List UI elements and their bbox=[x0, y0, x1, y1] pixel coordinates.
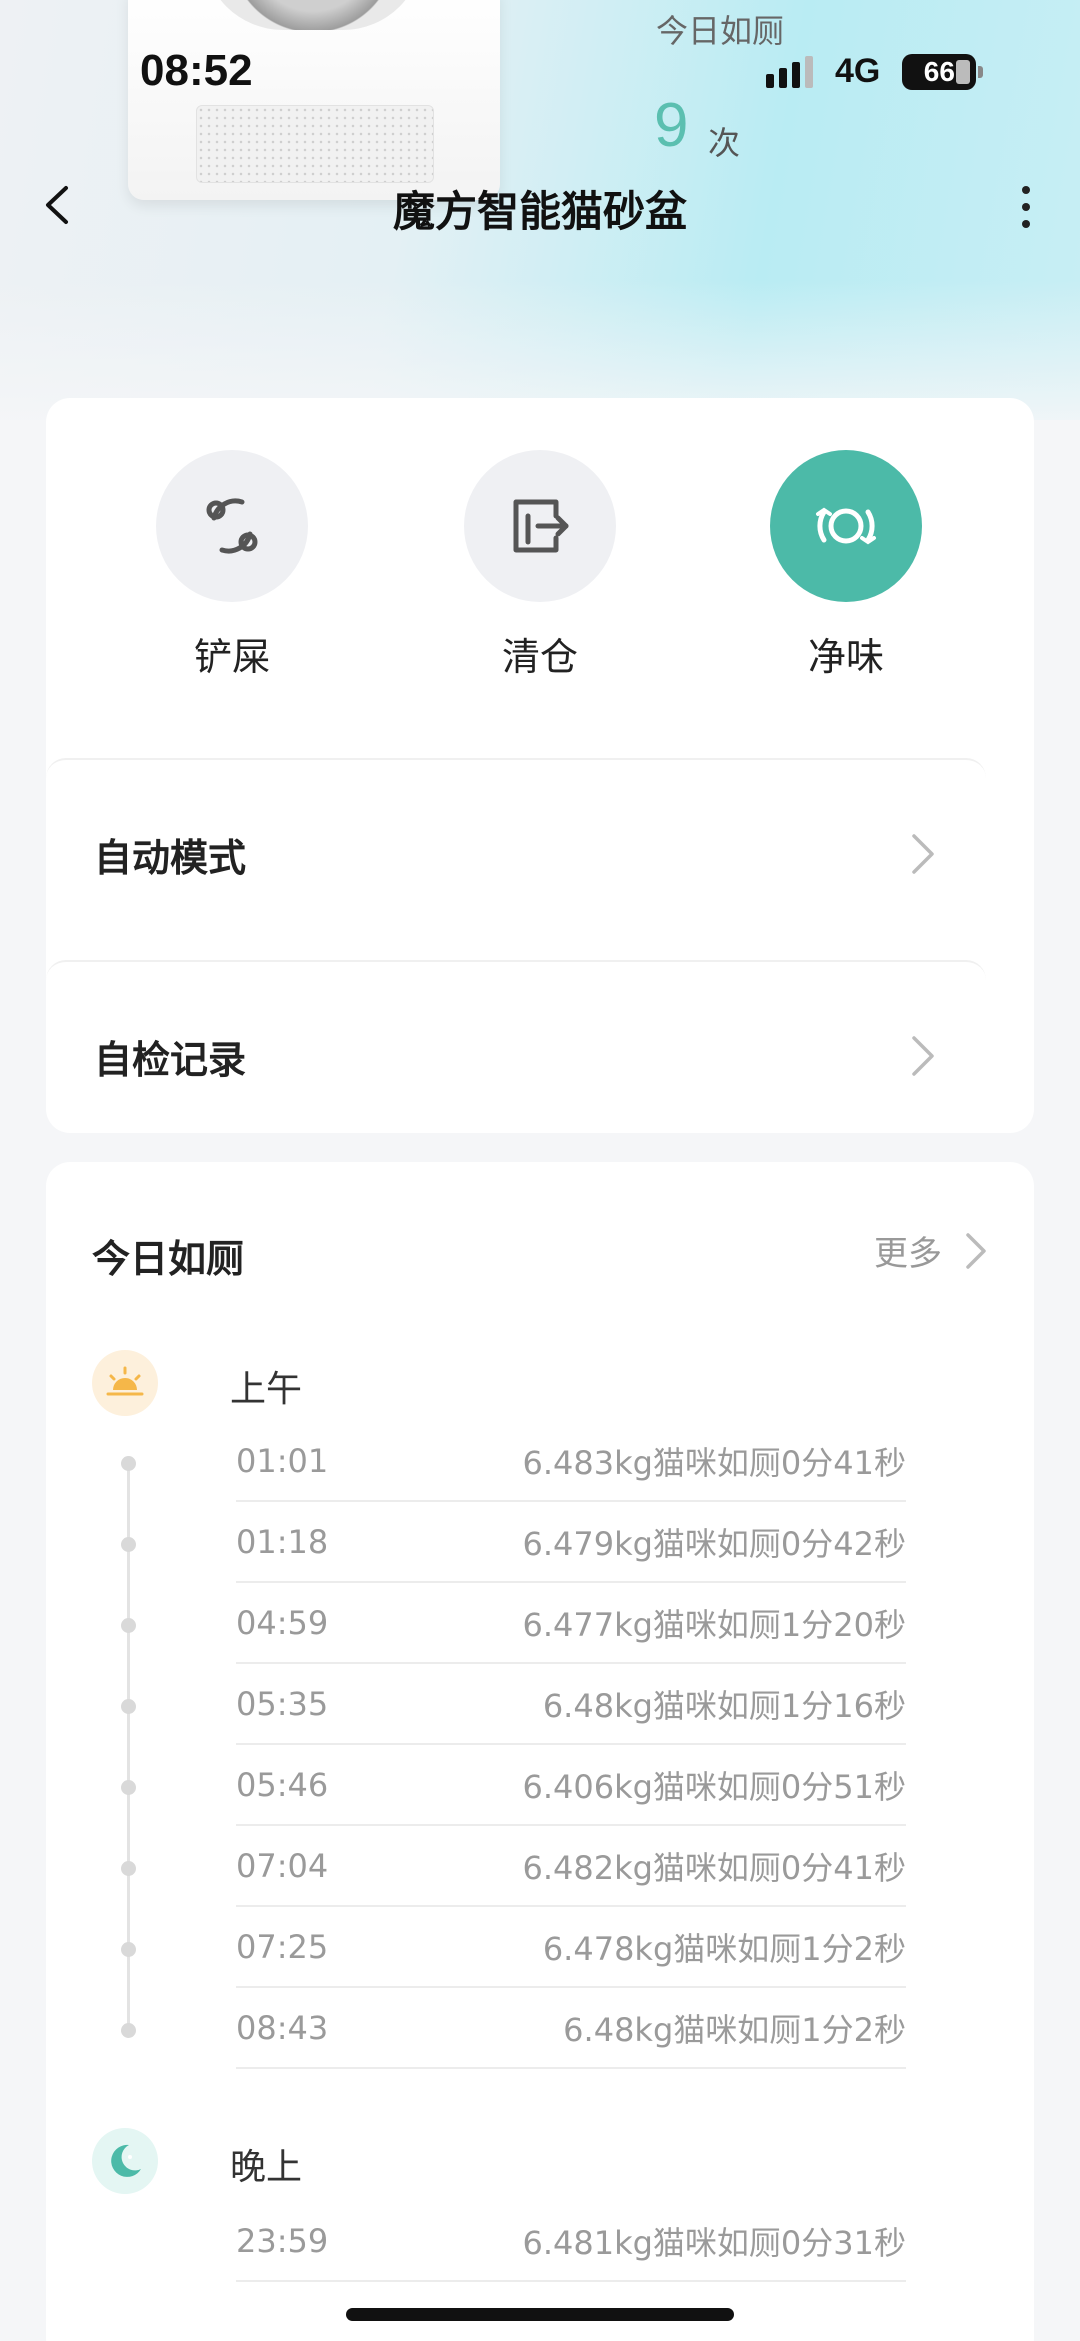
log-row: 07:25 6.478kg猫咪如厕1分2秒 bbox=[236, 1908, 906, 1988]
log-detail: 6.406kg猫咪如厕0分51秒 bbox=[522, 1768, 906, 1806]
action-deodorize-circle bbox=[770, 450, 922, 602]
toilet-log-card: 今日如厕 更多 上午 01:01 6.483kg猫咪如厕0分41秒 01:18 … bbox=[46, 1162, 1034, 2341]
log-detail: 6.482kg猫咪如厕0分41秒 bbox=[522, 1849, 906, 1887]
log-detail: 6.48kg猫咪如厕1分16秒 bbox=[542, 1687, 906, 1725]
log-title: 今日如厕 bbox=[92, 1237, 245, 1281]
period-night-label: 晚上 bbox=[230, 2147, 303, 2188]
timeline-dot bbox=[121, 1456, 136, 1471]
log-row: 04:59 6.477kg猫咪如厕1分20秒 bbox=[236, 1584, 906, 1664]
status-time: 08:52 bbox=[140, 46, 253, 95]
scoop-icon bbox=[206, 498, 258, 554]
more-vertical-icon bbox=[1022, 186, 1030, 194]
timeline-dot bbox=[121, 1942, 136, 1957]
device-drum bbox=[203, 0, 423, 30]
log-time: 01:01 bbox=[236, 1442, 329, 1480]
timeline-dot bbox=[121, 1780, 136, 1795]
log-time: 05:46 bbox=[236, 1766, 329, 1804]
log-time: 01:18 bbox=[236, 1523, 329, 1561]
hero-stat-label: 今日如厕 bbox=[656, 12, 785, 50]
action-empty-circle bbox=[464, 450, 616, 602]
log-more-label: 更多 bbox=[874, 1234, 942, 1274]
moon-icon bbox=[111, 2144, 141, 2177]
action-deodorize-label: 净味 bbox=[807, 635, 884, 679]
log-row: 05:46 6.406kg猫咪如厕0分51秒 bbox=[236, 1746, 906, 1826]
hero-stat-value: 9 bbox=[654, 91, 689, 160]
log-row: 05:35 6.48kg猫咪如厕1分16秒 bbox=[236, 1665, 906, 1745]
chevron-right-icon bbox=[966, 1232, 986, 1269]
more-button[interactable] bbox=[1008, 180, 1044, 234]
timeline-dot bbox=[121, 1537, 136, 1552]
log-detail: 6.48kg猫咪如厕1分2秒 bbox=[563, 2011, 906, 2049]
battery-tip bbox=[978, 65, 984, 78]
device-vent bbox=[196, 105, 434, 183]
status-icons: 4G 66 bbox=[766, 52, 984, 91]
period-morning-label: 上午 bbox=[230, 1369, 303, 1410]
timeline-dot bbox=[121, 1618, 136, 1633]
log-row: 07:04 6.482kg猫咪如厕0分41秒 bbox=[236, 1827, 906, 1907]
menu-self-check[interactable]: 自检记录 bbox=[46, 960, 986, 1150]
timeline-dot bbox=[121, 1861, 136, 1876]
action-scoop-circle bbox=[156, 450, 308, 602]
period-morning-badge bbox=[92, 1350, 158, 1416]
action-empty-button[interactable]: 清仓 bbox=[440, 450, 640, 681]
menu-auto-mode[interactable]: 自动模式 bbox=[46, 758, 986, 948]
menu-self-check-label: 自检记录 bbox=[94, 1037, 247, 1082]
chevron-right-icon bbox=[912, 1036, 934, 1076]
log-time: 04:59 bbox=[236, 1604, 329, 1642]
log-time: 05:35 bbox=[236, 1685, 329, 1723]
hero-stat-unit: 次 bbox=[708, 124, 741, 162]
log-detail: 6.479kg猫咪如厕0分42秒 bbox=[522, 1525, 906, 1563]
action-scoop-label: 铲屎 bbox=[193, 635, 270, 679]
log-row: 01:18 6.479kg猫咪如厕0分42秒 bbox=[236, 1503, 906, 1583]
log-detail: 6.477kg猫咪如厕1分20秒 bbox=[522, 1606, 906, 1644]
timeline-dot bbox=[121, 2023, 136, 2038]
log-detail: 6.481kg猫咪如厕0分31秒 bbox=[522, 2224, 906, 2262]
log-time: 07:25 bbox=[236, 1928, 329, 1966]
log-detail: 6.478kg猫咪如厕1分2秒 bbox=[542, 1930, 906, 1968]
log-row: 23:59 6.481kg猫咪如厕0分31秒 bbox=[236, 2202, 906, 2282]
deodorize-icon bbox=[816, 507, 876, 545]
action-deodorize-button[interactable]: 净味 bbox=[746, 450, 946, 681]
signal-icon bbox=[766, 55, 813, 88]
action-empty-label: 清仓 bbox=[501, 635, 578, 679]
log-detail: 6.483kg猫咪如厕0分41秒 bbox=[522, 1444, 906, 1482]
menu-auto-mode-label: 自动模式 bbox=[94, 835, 247, 880]
chevron-right-icon bbox=[912, 834, 934, 874]
control-card: 铲屎 清仓 净味 自动模式 自检记录 bbox=[46, 398, 1034, 1133]
log-row: 08:43 6.48kg猫咪如厕1分2秒 bbox=[236, 1989, 906, 2069]
log-time: 07:04 bbox=[236, 1847, 329, 1885]
log-time: 23:59 bbox=[236, 2222, 329, 2260]
timeline-dot bbox=[121, 1699, 136, 1714]
litter-box-image bbox=[128, 0, 500, 200]
battery-icon: 66 bbox=[902, 53, 977, 90]
network-type: 4G bbox=[835, 52, 881, 90]
home-indicator[interactable] bbox=[346, 2308, 734, 2321]
log-time: 08:43 bbox=[236, 2009, 329, 2047]
battery-level: 66 bbox=[923, 55, 955, 87]
action-scoop-button[interactable]: 铲屎 bbox=[132, 450, 332, 681]
log-row: 01:01 6.483kg猫咪如厕0分41秒 bbox=[236, 1422, 906, 1502]
log-more-button[interactable]: 更多 bbox=[874, 1226, 988, 1275]
page-title: 魔方智能猫砂盆 bbox=[392, 187, 687, 236]
empty-bin-icon bbox=[513, 499, 569, 553]
period-night-badge bbox=[92, 2128, 158, 2194]
sunrise-icon bbox=[106, 1366, 144, 1396]
